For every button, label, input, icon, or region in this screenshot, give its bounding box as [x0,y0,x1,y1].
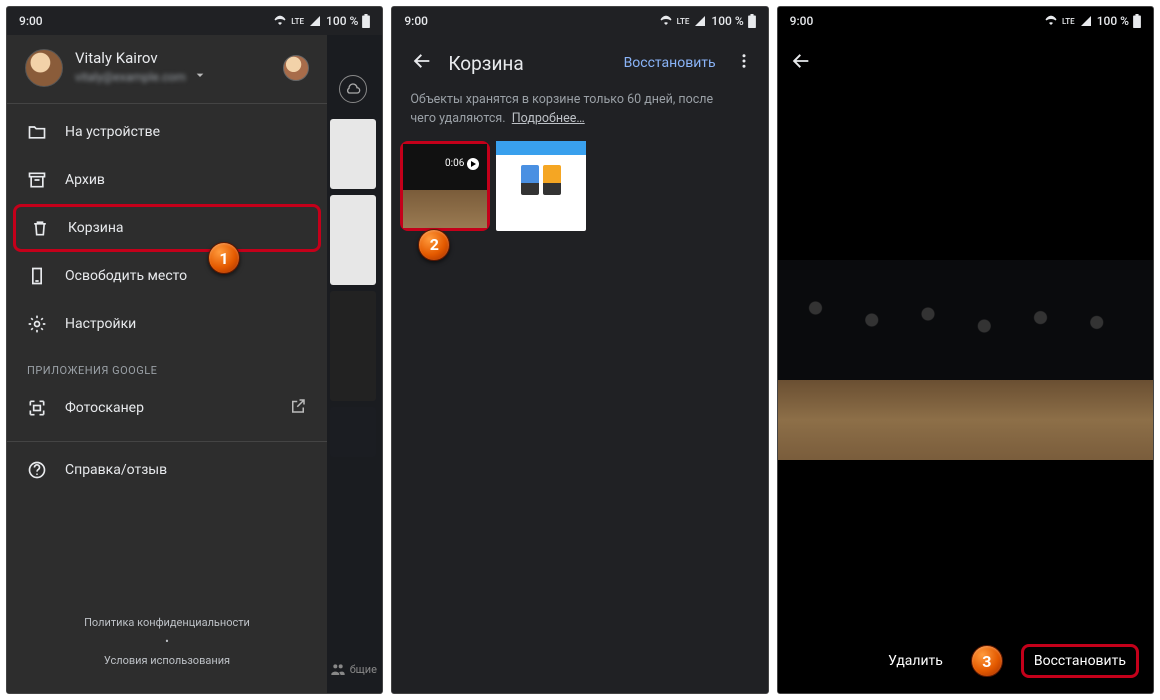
drawer-footer: Политика конфиденциальности • Условия ис… [7,596,327,693]
drawer-item-label: Архив [65,172,105,188]
bottom-tab-shared[interactable]: бщие [324,645,382,693]
status-bar: 9:00 LTE 100 % [392,7,767,35]
avatar [25,49,63,87]
battery-icon [1133,14,1141,28]
callout-1: 1 [208,242,240,274]
play-icon [467,158,479,170]
status-time: 9:00 [19,14,43,28]
status-battery: 100 % [1097,14,1129,28]
drawer-item-label: На устройстве [65,124,160,140]
status-time: 9:00 [404,14,428,28]
back-button[interactable] [402,50,442,76]
navigation-drawer: Vitaly Kairov vitaly@example.com На устр… [7,35,327,693]
signal-icon [1079,15,1093,27]
battery-icon [362,14,370,28]
privacy-link[interactable]: Политика конфиденциальности [7,616,327,629]
drawer-item-photoscan[interactable]: Фотосканер [7,383,327,433]
trash-info: Объекты хранятся в корзине только 60 дне… [392,91,767,141]
arrow-left-icon [411,50,433,72]
callout-2: 2 [418,229,450,261]
drawer-item-free-space[interactable]: Освободить место [7,252,327,300]
drawer-item-label: Справка/отзыв [65,462,167,478]
learn-more-link[interactable]: Подробнее… [512,111,585,126]
open-external-icon [289,397,307,419]
status-right: LTE 100 % [273,14,370,28]
preview-actions: Удалить 3 Восстановить [778,629,1153,693]
delete-button[interactable]: Удалить [878,645,953,677]
folder-icon [27,122,47,142]
signal-icon [693,15,707,27]
drawer-item-label: Освободить место [65,268,187,284]
back-button[interactable] [790,50,812,76]
free-space-icon [27,266,47,286]
signal-icon [308,15,322,27]
status-net: LTE [291,17,304,26]
arrow-left-icon [790,50,812,72]
screenshot-thumbnail[interactable] [496,141,586,231]
drawer-item-label: Фотосканер [65,400,144,416]
status-time: 9:00 [790,14,814,28]
wifi-icon [1044,15,1058,27]
restore-action[interactable]: Восстановить [616,55,724,71]
drawer-item-settings[interactable]: Настройки [7,300,327,348]
chevron-down-icon [192,67,208,87]
status-net: LTE [1062,17,1075,26]
photoscan-icon [27,398,47,418]
status-bar: 9:00 LTE 100 % [778,7,1153,35]
screen-2-trash: 9:00 LTE 100 % Корзина Восстановить Объе… [391,6,768,694]
archive-icon [27,170,47,190]
help-icon [27,460,47,480]
wifi-icon [659,15,673,27]
preview-image[interactable] [778,91,1153,629]
wifi-icon [273,15,287,27]
page-title: Корзина [448,52,609,75]
more-button[interactable] [730,52,758,74]
status-battery: 100 % [711,14,743,28]
drawer-item-trash[interactable]: Корзина [13,204,321,252]
restore-button[interactable]: Восстановить [1021,644,1139,678]
gear-icon [27,314,47,334]
appbar: Корзина Восстановить [392,35,767,91]
callout-3: 3 [971,645,1003,677]
section-google-apps: ПРИЛОЖЕНИЯ GOOGLE [7,348,327,383]
trash-thumbnails: 0:06 2 [392,141,767,231]
status-net: LTE [677,17,690,26]
status-bar: 9:00 LTE 100 % [7,7,382,35]
trash-icon [30,218,50,238]
user-email: vitaly@example.com [75,70,186,84]
more-vert-icon [735,52,753,70]
status-right: LTE 100 % [659,14,756,28]
drawer-item-label: Настройки [65,316,136,332]
drawer-item-device[interactable]: На устройстве [7,108,327,156]
drawer-item-archive[interactable]: Архив [7,156,327,204]
user-name: Vitaly Kairov [75,49,275,67]
screen-3-preview: 9:00 LTE 100 % Удалить 3 Восстановить [777,6,1154,694]
preview-appbar [778,35,1153,91]
background-content: бщие [324,35,382,693]
drawer-item-label: Корзина [68,220,124,236]
drawer-header[interactable]: Vitaly Kairov vitaly@example.com [7,35,327,99]
status-right: LTE 100 % [1044,14,1141,28]
terms-link[interactable]: Условия использования [7,654,327,667]
status-battery: 100 % [326,14,358,28]
battery-icon [748,14,756,28]
drawer-item-help[interactable]: Справка/отзыв [7,446,327,494]
screen-1-drawer: 9:00 LTE 100 % бщие [6,6,383,694]
account-avatar-small[interactable] [283,55,309,81]
people-icon [330,661,346,677]
video-duration: 0:06 [445,158,464,169]
video-thumbnail[interactable]: 0:06 [400,141,490,231]
cloud-icon [339,75,367,103]
